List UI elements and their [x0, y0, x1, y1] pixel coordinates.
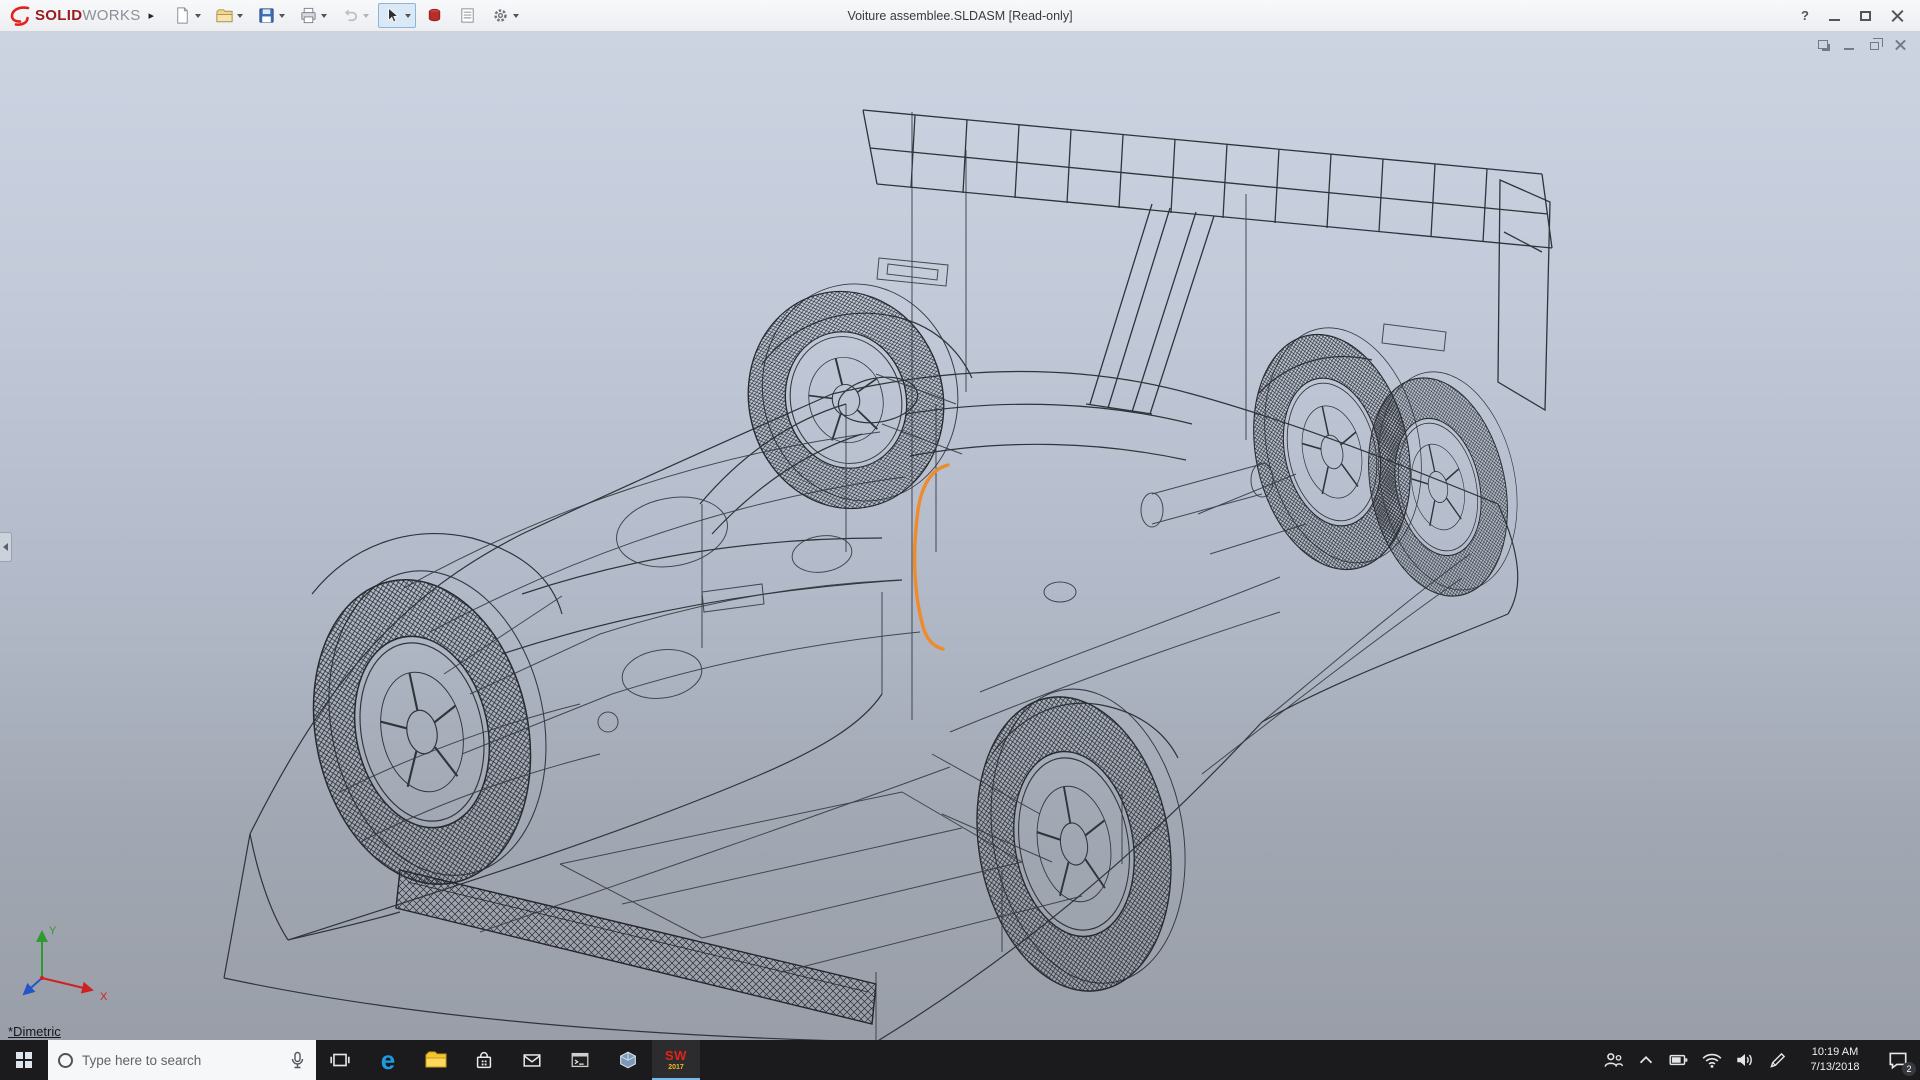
brand-works: WORKS: [82, 7, 140, 24]
solidworks-app-icon: SW 2017: [665, 1049, 687, 1071]
undo-icon: [341, 6, 360, 25]
reference-triad: Y X: [12, 916, 116, 1004]
edge-icon: e: [381, 1047, 395, 1073]
start-button[interactable]: [0, 1040, 48, 1080]
quick-access-toolbar: [168, 3, 524, 28]
notification-badge: 2: [1902, 1062, 1916, 1076]
mail-button[interactable]: [508, 1040, 556, 1080]
close-icon[interactable]: [1891, 9, 1904, 22]
open-button[interactable]: [210, 3, 248, 28]
edge-button[interactable]: e: [364, 1040, 412, 1080]
people-icon: [1602, 1049, 1624, 1071]
task-view-icon: [329, 1049, 351, 1071]
doc-cascade-icon[interactable]: [1818, 40, 1828, 49]
select-button[interactable]: [378, 3, 416, 28]
new-document-button[interactable]: [168, 3, 206, 28]
new-document-icon: [173, 6, 192, 25]
dropdown-caret[interactable]: [279, 14, 285, 18]
x-axis-arrow: [42, 978, 92, 990]
taskbar-clock[interactable]: 10:19 AM 7/13/2018: [1794, 1040, 1876, 1080]
minimize-icon[interactable]: [1829, 19, 1840, 21]
store-icon: [473, 1049, 495, 1071]
save-icon: [257, 6, 276, 25]
document-window-controls: [1818, 39, 1906, 50]
gear-icon: [491, 6, 510, 25]
battery-icon: [1668, 1049, 1690, 1071]
pen-settings-button[interactable]: [1761, 1040, 1794, 1080]
doc-close-icon[interactable]: [1895, 39, 1906, 50]
undo-button[interactable]: [336, 3, 374, 28]
store-button[interactable]: [460, 1040, 508, 1080]
options-button[interactable]: [486, 3, 524, 28]
speaker-icon: [1734, 1049, 1756, 1071]
wireframe-car-model: [0, 32, 1920, 1040]
microphone-icon[interactable]: [289, 1051, 306, 1070]
appearances-button[interactable]: [420, 3, 449, 28]
collapse-arrow-icon: [3, 543, 8, 551]
battery-indicator[interactable]: [1662, 1040, 1695, 1080]
network-indicator[interactable]: [1695, 1040, 1728, 1080]
appearances-icon: [425, 6, 444, 25]
search-placeholder: Type here to search: [82, 1053, 201, 1068]
feature-pane-collapse-tab[interactable]: [0, 532, 12, 562]
mail-icon: [521, 1049, 543, 1071]
dropdown-caret[interactable]: [195, 14, 201, 18]
taskbar: Type here to search e: [0, 1040, 1920, 1080]
menu-expand-arrow[interactable]: ▸: [149, 9, 155, 22]
document-title: Voiture assemblee.SLDASM [Read-only]: [847, 9, 1072, 23]
windows-logo-icon: [16, 1052, 32, 1068]
highlighted-edge[interactable]: [915, 465, 948, 649]
solidworks-logo: SOLIDWORKS: [8, 4, 141, 28]
x-axis-label: X: [100, 991, 108, 1003]
pen-icon: [1767, 1049, 1789, 1071]
solidworks-logo-icon: [8, 4, 32, 28]
show-hidden-icons-button[interactable]: [1629, 1040, 1662, 1080]
print-icon: [299, 6, 318, 25]
maximize-icon[interactable]: [1860, 11, 1871, 21]
task-view-button[interactable]: [316, 1040, 364, 1080]
dropdown-caret[interactable]: [237, 14, 243, 18]
open-folder-icon: [215, 6, 234, 25]
graphics-viewport[interactable]: Y X *Dimetric: [0, 32, 1920, 1040]
solidworks-taskbar-button[interactable]: SW 2017: [652, 1040, 700, 1080]
cortana-icon: [58, 1053, 73, 1068]
dropdown-caret[interactable]: [405, 14, 411, 18]
clock-date: 7/13/2018: [1794, 1060, 1876, 1075]
clock-time: 10:19 AM: [1794, 1045, 1876, 1060]
help-icon[interactable]: ?: [1801, 8, 1809, 23]
taskbar-search[interactable]: Type here to search: [48, 1040, 316, 1080]
z-axis-arrow: [24, 978, 42, 994]
solidworks-window: SOLIDWORKS ▸: [0, 0, 1920, 1080]
wifi-icon: [1701, 1049, 1723, 1071]
console-window-icon: [569, 1049, 591, 1071]
y-axis-label: Y: [49, 925, 57, 937]
console-button[interactable]: [556, 1040, 604, 1080]
view-orientation-label: *Dimetric: [8, 1024, 61, 1039]
action-center-button[interactable]: 2: [1876, 1040, 1920, 1080]
doc-minimize-icon[interactable]: [1844, 48, 1854, 50]
sheet-icon: [458, 6, 477, 25]
cad-viewer-icon: [617, 1049, 639, 1071]
taskbar-spacer: [700, 1040, 1596, 1080]
window-controls: ?: [1801, 8, 1912, 23]
dropdown-caret[interactable]: [321, 14, 327, 18]
titlebar: SOLIDWORKS ▸: [0, 0, 1920, 32]
evaluate-sheet-button[interactable]: [453, 3, 482, 28]
doc-restore-icon[interactable]: [1870, 42, 1879, 50]
dropdown-caret[interactable]: [363, 14, 369, 18]
brand-solid: SOLID: [35, 7, 82, 24]
file-explorer-button[interactable]: [412, 1040, 460, 1080]
print-button[interactable]: [294, 3, 332, 28]
volume-indicator[interactable]: [1728, 1040, 1761, 1080]
select-cursor-icon: [383, 6, 402, 25]
save-button[interactable]: [252, 3, 290, 28]
cad-viewer-button[interactable]: [604, 1040, 652, 1080]
chevron-up-icon: [1635, 1049, 1657, 1071]
people-button[interactable]: [1596, 1040, 1629, 1080]
file-explorer-icon: [423, 1047, 449, 1073]
dropdown-caret[interactable]: [513, 14, 519, 18]
